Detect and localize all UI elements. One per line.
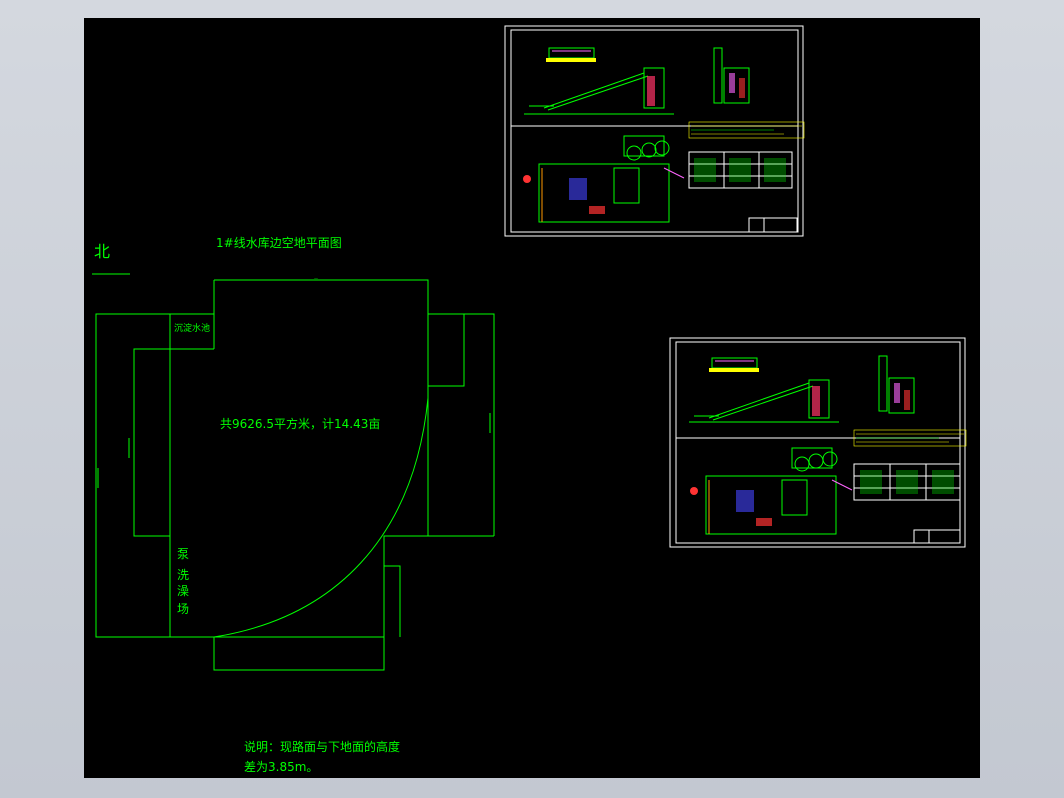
svg-text:—: — (314, 276, 318, 281)
north-label: 北 (94, 242, 110, 261)
svg-text:洗: 洗 (177, 568, 189, 582)
svg-text:场: 场 (177, 602, 189, 616)
north-boundary (214, 279, 495, 536)
svg-text:泵: 泵 (177, 547, 189, 561)
arc-boundary (213, 397, 429, 638)
cad-viewer: 北 1#线水库边空地平面图 — 沉淀水池 共9626.5平方米，计14.43亩 … (0, 0, 1064, 798)
west-boundary (95, 313, 214, 638)
inner-west (133, 348, 170, 537)
south-boundary (214, 535, 494, 638)
site-plan: — (95, 276, 495, 671)
note-line-2: 差为3.85m。 (244, 760, 318, 774)
pool-label: 沉淀水池 (174, 322, 210, 334)
south-annex (384, 565, 401, 637)
svg-text:澡: 澡 (177, 584, 189, 598)
drawing-canvas[interactable]: 北 1#线水库边空地平面图 — 沉淀水池 共9626.5平方米，计14.43亩 … (84, 18, 980, 778)
cad-drawing-svg: 北 1#线水库边空地平面图 — 沉淀水池 共9626.5平方米，计14.43亩 … (92, 25, 967, 774)
pump-label: 泵 洗 澡 场 (177, 547, 189, 616)
bottom-strip (213, 637, 385, 671)
ne-notch (427, 314, 465, 387)
note-line-1: 说明：现路面与下地面的高度 (244, 739, 400, 754)
sheet-1[interactable] (504, 25, 805, 237)
plan-title: 1#线水库边空地平面图 (216, 235, 342, 250)
sheet-2[interactable] (669, 337, 967, 548)
area-text: 共9626.5平方米，计14.43亩 (220, 416, 380, 431)
